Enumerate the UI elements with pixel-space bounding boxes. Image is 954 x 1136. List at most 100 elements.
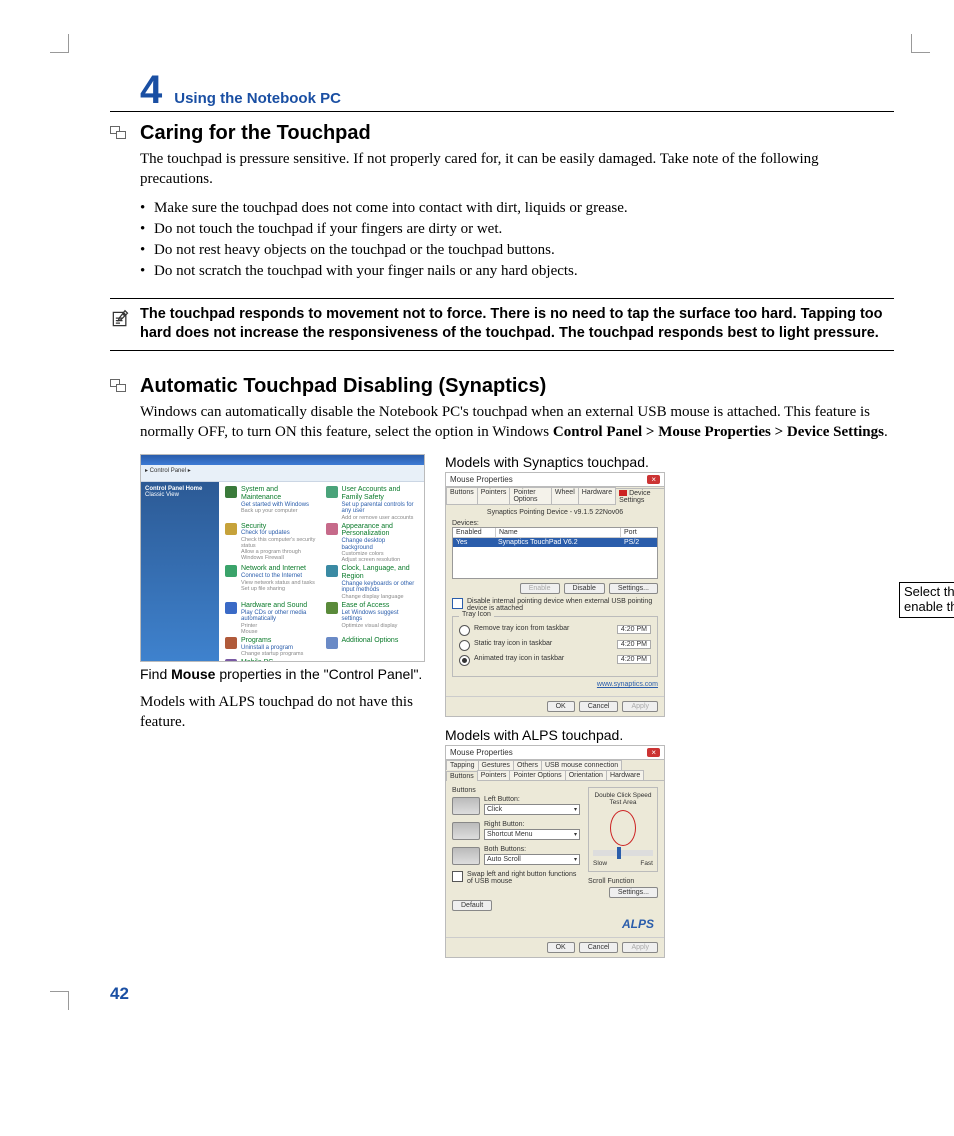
dropdown: Auto Scroll [484,854,580,865]
close-icon: × [647,748,660,757]
apply-button: Apply [622,701,658,712]
cell: Yes [453,538,495,547]
dropdown: Click [484,804,580,815]
tab-bar-row2: Buttons Pointers Pointer Options Orienta… [446,770,664,781]
time-sample: 4:20 PM [617,655,651,664]
devices-label: Devices: [452,520,658,527]
tab-active: Device Settings [615,488,665,505]
radio-checked [459,655,470,666]
category-link: Change keyboards or other input methods [342,581,419,594]
category-sublink: Mouse [241,629,318,635]
tab: Others [513,760,542,770]
category-link: Play CDs or other media automatically [241,610,318,623]
registration-icon [110,126,126,140]
category-heading: Security [241,523,318,531]
category-link: Check for updates [241,530,318,537]
cp-category: Appearance and PersonalizationChange des… [326,523,419,564]
col-header: Name [496,528,621,537]
tab: Gestures [478,760,514,770]
category-sublink: Allow a program through Windows Firewall [241,549,318,561]
radio-label: Animated tray icon in taskbar [474,655,613,662]
slider-max: Fast [640,860,653,867]
page-number: 42 [110,984,894,1004]
list-item: Do not rest heavy objects on the touchpa… [140,240,894,261]
category-link: Uninstall a program [241,645,303,652]
category-icon [225,637,237,649]
category-icon [225,523,237,535]
category-sublink: Change startup programs [241,651,303,657]
category-icon [225,659,237,662]
text: Find [140,666,171,682]
synaptics-logo-icon [619,490,627,496]
default-button: Default [452,900,492,911]
crop-mark [50,34,69,53]
tab: Tapping [446,760,479,770]
chapter-header: 4 Using the Notebook PC [110,70,894,112]
swap-checkbox [452,871,463,882]
category-icon [225,486,237,498]
cell: PS/2 [621,538,657,547]
category-icon [225,565,237,577]
cp-category: Mobile PCChange battery settingsAdjust c… [225,659,318,662]
double-click-area: Double Click Speed Test Area SlowFast [588,787,658,872]
text-bold: Mouse [171,666,215,682]
alps-note-text: Models with ALPS touchpad do not have th… [140,692,425,733]
registration-icon [110,379,126,393]
text: properties in the "Control Panel". [215,666,422,682]
col-header: Enabled [453,528,496,537]
scroll-label: Scroll Function [588,878,658,885]
field-label: Both Buttons: [484,846,580,853]
category-icon [225,602,237,614]
enable-button: Enable [520,583,560,594]
cp-category: Additional Options [326,637,419,657]
sidebar-item: Classic View [145,492,215,498]
synaptics-link: www.synaptics.com [452,681,658,688]
cp-categories: System and MaintenanceGet started with W… [219,482,424,662]
group-legend: Tray Icon [459,611,494,618]
category-link: Set up parental controls for any user [342,502,419,515]
tab: USB mouse connection [541,760,622,770]
caption-alps: Models with ALPS touchpad. [445,727,894,743]
category-icon [326,637,338,649]
devices-table: Enabled Name Port Yes Synaptics TouchPad… [452,527,658,579]
category-icon [326,486,338,498]
dialog-title: Mouse Properties [450,475,513,484]
touchpad-icon [452,797,480,815]
test-oval-icon [610,810,636,846]
radio-label: Remove tray icon from taskbar [474,625,613,632]
figure-control-panel: ▸ Control Panel ▸ Control Panel Home Cla… [140,454,425,662]
caption-synaptics: Models with Synaptics touchpad. [445,454,894,470]
chapter-title: Using the Notebook PC [174,90,341,111]
cp-category: Clock, Language, and RegionChange keyboa… [326,565,419,600]
category-heading: User Accounts and Family Safety [342,486,419,501]
tab: Wheel [551,487,579,504]
alps-logo: ALPS [456,917,654,931]
chapter-number: 4 [140,70,162,110]
category-heading: Hardware and Sound [241,602,318,610]
tab: Pointers [477,770,511,780]
slider-min: Slow [593,860,607,867]
cp-category: Hardware and SoundPlay CDs or other medi… [225,602,318,635]
crop-mark [50,991,69,1010]
dropdown-value: Auto Scroll [487,856,521,863]
note-pencil-icon [110,309,130,329]
section-intro: The touchpad is pressure sensitive. If n… [140,149,894,190]
speed-slider [593,850,653,856]
radio-label: Static tray icon in taskbar [474,640,613,647]
text: . [884,424,888,440]
field-label: Left Button: [484,796,580,803]
list-item: Make sure the touchpad does not come int… [140,198,894,219]
settings-button: Settings... [609,583,658,594]
cp-category: ProgramsUninstall a programChange startu… [225,637,318,657]
category-heading: Appearance and Personalization [342,523,419,538]
touchpad-icon [452,822,480,840]
caption-control-panel: Find Mouse properties in the "Control Pa… [140,666,425,682]
category-sublink: View network status and tasks [241,580,315,586]
driver-version: Synaptics Pointing Device - v9.1.5 22Nov… [452,509,658,516]
list-item: Do not touch the touchpad if your finger… [140,219,894,240]
category-heading: Additional Options [342,637,399,645]
category-sublink: Add or remove user accounts [342,515,419,521]
cp-category [326,659,419,662]
category-icon [326,602,338,614]
category-heading: Mobile PC [241,659,318,662]
